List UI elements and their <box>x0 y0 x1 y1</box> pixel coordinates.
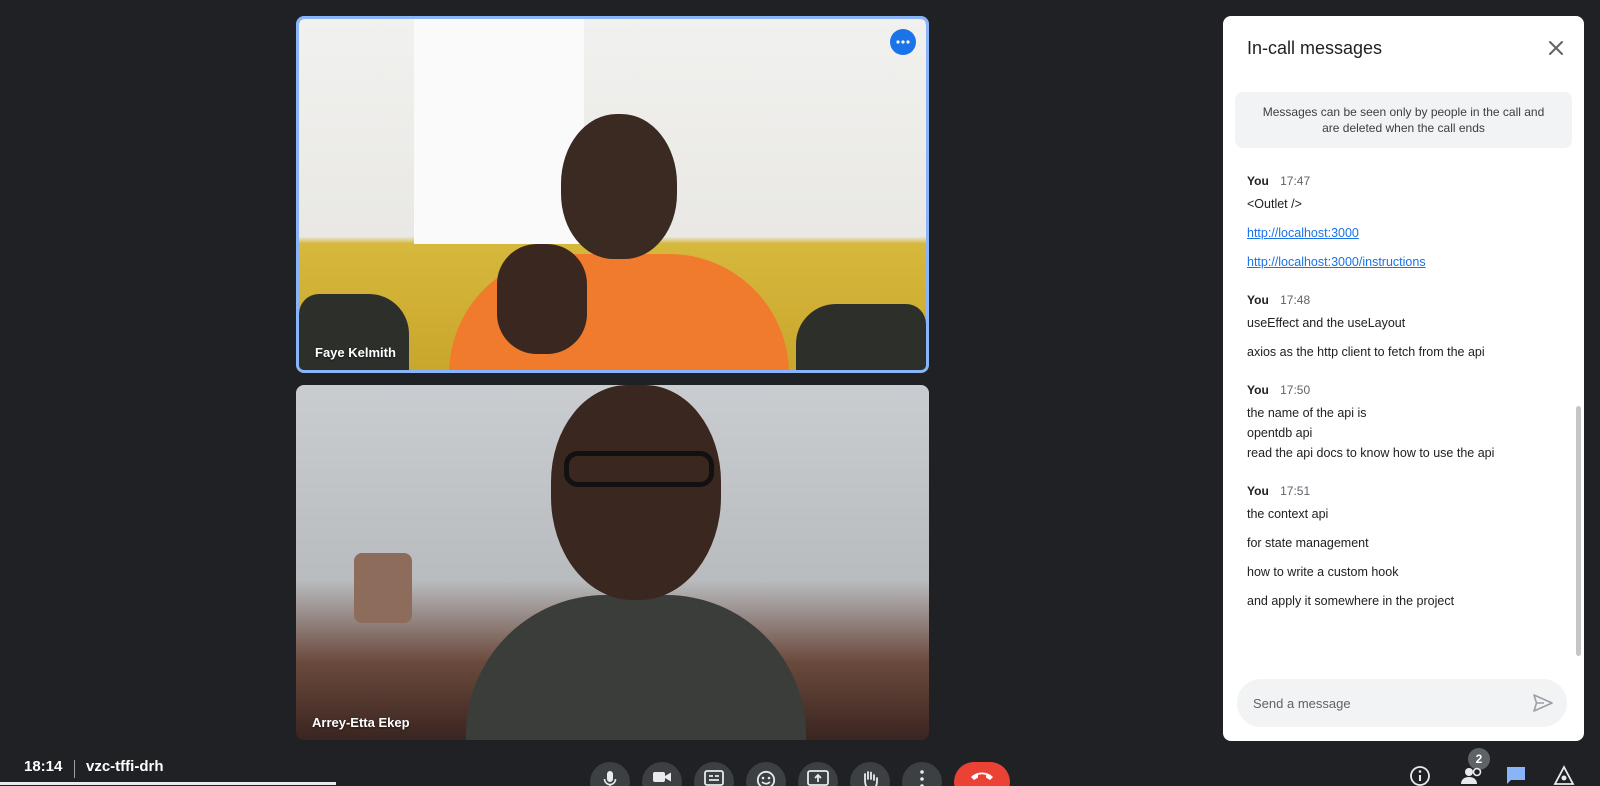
message-text: how to write a custom hook <box>1247 565 1399 579</box>
message-text: the name of the api is <box>1247 406 1367 420</box>
message-group: You 17:48 useEffect and the useLayout ax… <box>1247 293 1557 361</box>
message-text: for state management <box>1247 536 1369 550</box>
message-text: the context api <box>1247 507 1329 521</box>
chat-scrollbar[interactable] <box>1576 406 1581 656</box>
message-list: You 17:47 <Outlet /> http://localhost:30… <box>1247 174 1557 632</box>
raise-hand-icon[interactable] <box>850 762 890 786</box>
message-group: You 17:47 <Outlet /> http://localhost:30… <box>1247 174 1557 271</box>
message-input[interactable] <box>1253 679 1513 727</box>
video-feed <box>299 19 926 370</box>
message-time: 17:51 <box>1280 484 1311 498</box>
chat-icon[interactable] <box>1504 764 1528 786</box>
more-options-icon[interactable] <box>890 29 916 55</box>
message-link[interactable]: http://localhost:3000 <box>1247 226 1359 240</box>
message-sender: You <box>1247 484 1269 498</box>
video-tile[interactable]: Arrey-Etta Ekep <box>296 385 929 740</box>
microphone-icon[interactable] <box>590 762 630 786</box>
video-tile-active[interactable]: Faye Kelmith <box>296 16 929 373</box>
camera-icon[interactable] <box>642 762 682 786</box>
message-group: You 17:50 the name of the api is opentdb… <box>1247 383 1557 462</box>
meeting-code: vzc-tffi-drh <box>86 758 164 775</box>
captions-icon[interactable] <box>694 762 734 786</box>
chat-privacy-notice: Messages can be seen only by people in t… <box>1235 92 1572 148</box>
message-text: read the api docs to know how to use the… <box>1247 446 1495 460</box>
message-text: <Outlet /> <box>1247 197 1302 211</box>
meet-stage: Faye Kelmith Arrey-Etta Ekep In-call mes… <box>0 0 1600 786</box>
info-icon[interactable] <box>1408 764 1432 786</box>
activities-icon[interactable] <box>1552 764 1576 786</box>
message-sender: You <box>1247 174 1269 188</box>
background-chair <box>299 294 409 370</box>
background-chair <box>796 304 926 370</box>
message-sender: You <box>1247 293 1269 307</box>
people-icon[interactable] <box>1460 764 1484 786</box>
message-text: and apply it somewhere in the project <box>1247 594 1455 608</box>
message-text: useEffect and the useLayout <box>1247 316 1406 330</box>
message-composer <box>1237 679 1567 727</box>
participant-figure <box>449 114 789 370</box>
message-time: 17:47 <box>1280 174 1311 188</box>
message-text: opentdb api <box>1247 426 1313 440</box>
message-time: 17:50 <box>1280 383 1311 397</box>
end-call-icon[interactable] <box>954 762 1010 786</box>
close-icon[interactable] <box>1542 34 1570 62</box>
emoji-icon[interactable] <box>746 762 786 786</box>
video-feed <box>296 385 929 740</box>
chat-panel: In-call messages Messages can be seen on… <box>1223 16 1584 741</box>
message-time: 17:48 <box>1280 293 1311 307</box>
message-text: axios as the http client to fetch from t… <box>1247 345 1485 359</box>
participant-name: Faye Kelmith <box>315 345 396 360</box>
send-icon[interactable] <box>1531 691 1555 715</box>
participant-name: Arrey-Etta Ekep <box>312 715 410 730</box>
present-screen-icon[interactable] <box>798 762 838 786</box>
divider <box>74 760 75 778</box>
clock: 18:14 <box>24 758 63 775</box>
meeting-controls-bar: 18:14 vzc-tffi-drh 2 <box>0 748 1600 786</box>
chat-panel-title: In-call messages <box>1247 38 1383 58</box>
participant-figure <box>466 385 806 740</box>
more-vertical-icon[interactable] <box>902 762 942 786</box>
progress-indicator <box>0 782 336 785</box>
message-link[interactable]: http://localhost:3000/instructions <box>1247 255 1426 269</box>
chat-panel-header: In-call messages <box>1223 16 1584 80</box>
message-sender: You <box>1247 383 1269 397</box>
message-group: You 17:51 the context api for state mana… <box>1247 484 1557 610</box>
background-object <box>354 553 412 623</box>
